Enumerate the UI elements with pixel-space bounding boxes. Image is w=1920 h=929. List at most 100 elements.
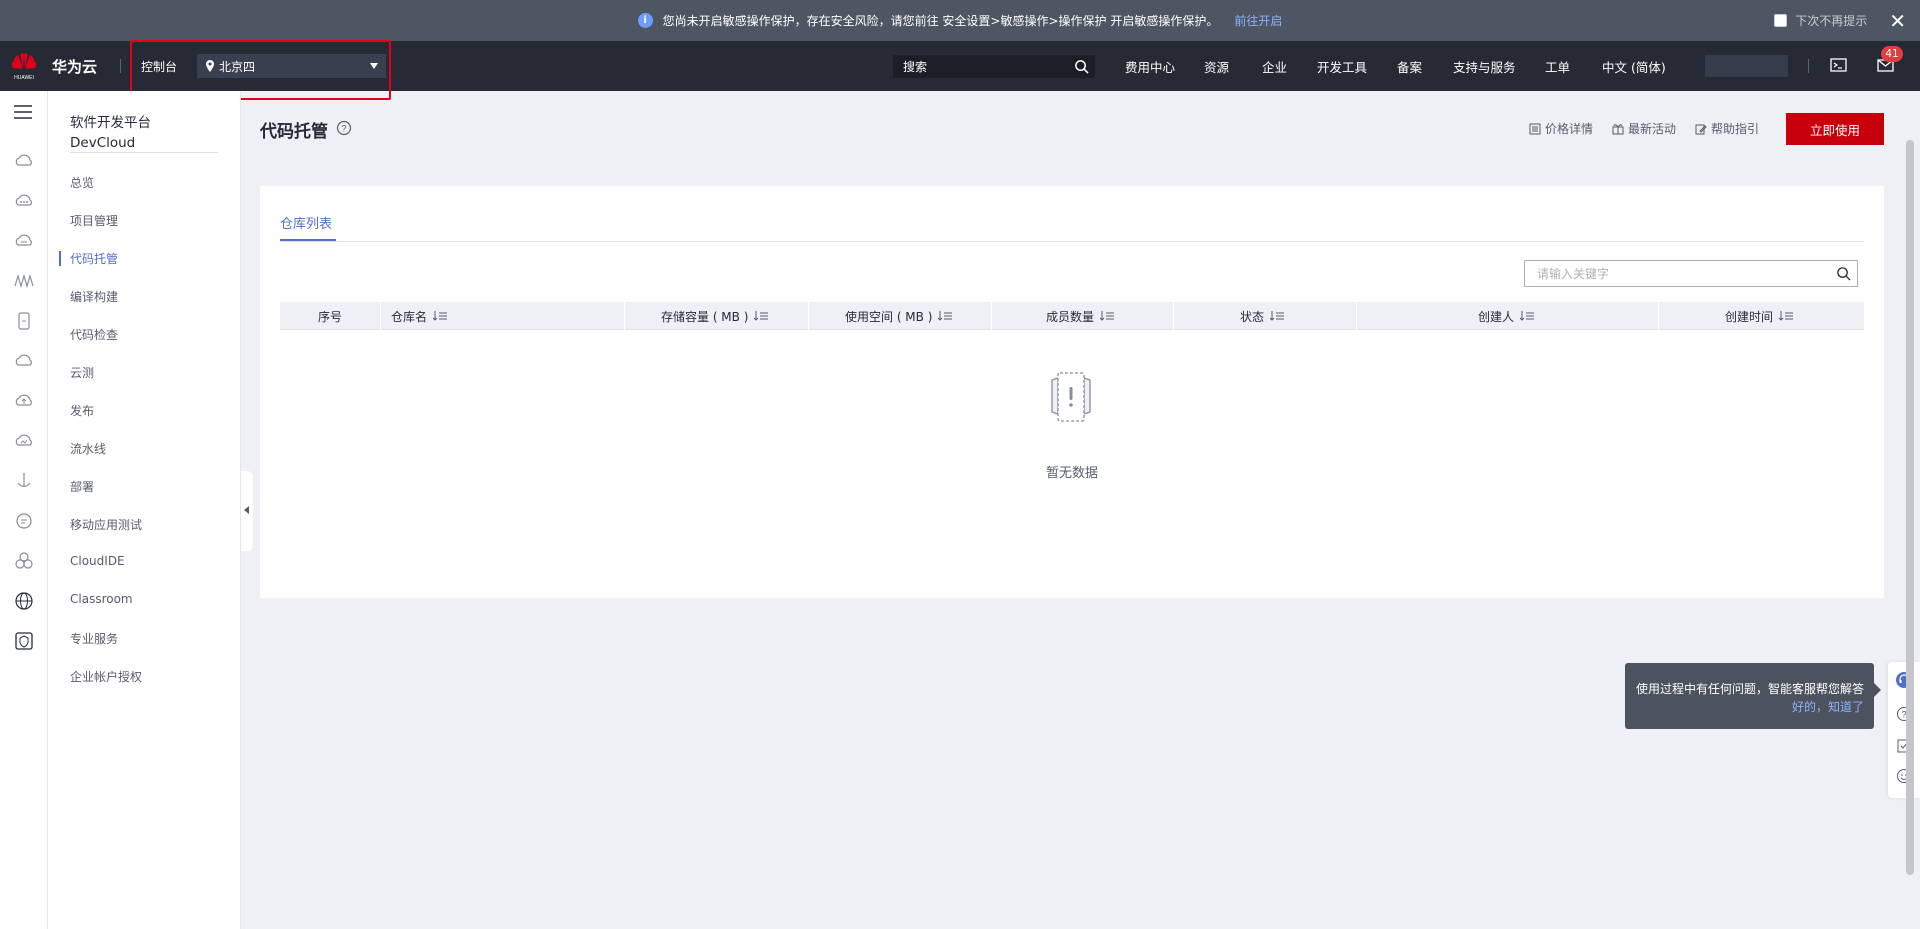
- nav-enterprise[interactable]: 企业: [1262, 41, 1287, 91]
- database-icon[interactable]: [13, 310, 35, 332]
- sidebar-item-classroom[interactable]: Classroom: [70, 592, 133, 606]
- nav-tickets[interactable]: 工单: [1545, 41, 1570, 91]
- cloud-monitor-icon[interactable]: [13, 430, 35, 452]
- sidebar-item-deploy[interactable]: 部署: [70, 478, 94, 495]
- sidebar-item-build[interactable]: 编译构建: [70, 288, 118, 305]
- deploy-icon[interactable]: [13, 470, 35, 492]
- search-icon[interactable]: [1836, 266, 1851, 281]
- sort-icon[interactable]: [1779, 311, 1794, 321]
- page-title: 代码托管: [260, 122, 328, 142]
- sidebar-item-pipeline[interactable]: 流水线: [70, 440, 106, 457]
- column-header-status[interactable]: 状态: [1240, 302, 1285, 330]
- sidebar-item-cloud-test[interactable]: 云测: [70, 364, 94, 381]
- column-divider: [624, 302, 625, 330]
- chat-icon[interactable]: [13, 510, 35, 532]
- column-header-created-time[interactable]: 创建时间: [1725, 302, 1794, 330]
- sidebar-item-code-hosting[interactable]: 代码托管: [70, 250, 118, 267]
- edit-note-icon: [1695, 124, 1707, 134]
- sidebar-item-pro-services[interactable]: 专业服务: [70, 630, 118, 647]
- sidebar-item-enterprise-auth[interactable]: 企业帐户授权: [70, 668, 142, 685]
- sidebar-item-overview[interactable]: 总览: [70, 174, 94, 191]
- sidebar-item-code-check[interactable]: 代码检查: [70, 326, 118, 343]
- sort-icon[interactable]: [433, 311, 448, 321]
- start-using-button[interactable]: 立即使用: [1786, 113, 1884, 145]
- nav-language[interactable]: 中文 (简体): [1602, 41, 1666, 91]
- column-header-members[interactable]: 成员数量: [1046, 302, 1115, 330]
- nav-item-tickets[interactable]: 工单: [1545, 57, 1570, 76]
- cloud-service-icon[interactable]: [13, 150, 35, 172]
- guide-link[interactable]: 帮助指引: [1695, 120, 1759, 137]
- column-divider: [1658, 302, 1659, 330]
- divider: [280, 241, 1864, 242]
- guide-link-label: 帮助指引: [1711, 122, 1760, 136]
- sidebar-title-line1: 软件开发平台: [70, 115, 151, 131]
- help-icon[interactable]: ?: [336, 120, 352, 136]
- divider: [1808, 59, 1809, 73]
- nav-item-support[interactable]: 支持与服务: [1453, 57, 1516, 76]
- header-search-input[interactable]: 搜索: [893, 55, 1095, 78]
- nav-item-resources[interactable]: 资源: [1204, 57, 1229, 76]
- cluster-icon[interactable]: [13, 550, 35, 572]
- security-notice-bar: i 您尚未开启敏感操作保护，存在安全风险，请您前往 安全设置>敏感操作>操作保护…: [0, 0, 1920, 41]
- keyword-search-input[interactable]: 请输入关键字: [1524, 260, 1858, 287]
- sidebar-item-cloudide[interactable]: CloudIDE: [70, 554, 125, 568]
- nav-item-enterprise[interactable]: 企业: [1262, 57, 1287, 76]
- cloud-compute-icon[interactable]: [13, 190, 35, 212]
- sort-icon[interactable]: [1100, 311, 1115, 321]
- globe-icon[interactable]: [13, 590, 35, 612]
- floating-toolbar: ?: [1888, 662, 1920, 798]
- nav-item-fees[interactable]: 费用中心: [1125, 57, 1175, 76]
- cloud-upload-icon[interactable]: [13, 390, 35, 412]
- close-icon[interactable]: ✕: [1889, 11, 1906, 31]
- sidebar-collapse-handle[interactable]: [241, 471, 253, 551]
- header-search-placeholder: 搜索: [903, 60, 928, 74]
- column-label: 成员数量: [1046, 309, 1095, 324]
- column-header-repo-name[interactable]: 仓库名: [391, 302, 448, 330]
- column-label: 创建人: [1478, 309, 1515, 324]
- column-label: 创建时间: [1725, 309, 1774, 324]
- nav-support[interactable]: 支持与服务: [1453, 41, 1516, 91]
- user-account-menu[interactable]: [1705, 55, 1788, 77]
- sidebar-item-projects[interactable]: 项目管理: [70, 212, 118, 229]
- sort-icon[interactable]: [1520, 311, 1535, 321]
- nav-item-language[interactable]: 中文 (简体): [1602, 57, 1666, 76]
- tab-repository-list[interactable]: 仓库列表: [280, 213, 332, 232]
- nav-item-filing[interactable]: 备案: [1397, 57, 1422, 76]
- empty-state-text: 暂无数据: [1045, 466, 1098, 481]
- column-divider: [991, 302, 992, 330]
- nav-fees[interactable]: 费用中心: [1125, 41, 1175, 91]
- cloud-icon[interactable]: [13, 350, 35, 372]
- security-shield-icon[interactable]: [13, 630, 35, 652]
- network-icon[interactable]: [13, 270, 35, 292]
- sidebar-title: 软件开发平台 DevCloud: [70, 113, 151, 153]
- assistant-dismiss-link[interactable]: 好的，知道了: [1792, 698, 1864, 715]
- nav-filing[interactable]: 备案: [1397, 41, 1422, 91]
- pricing-link-label: 价格详情: [1545, 122, 1594, 136]
- svg-text:?: ?: [341, 124, 346, 134]
- sort-icon[interactable]: [1270, 311, 1285, 321]
- pricing-link[interactable]: 价格详情: [1529, 120, 1593, 137]
- nav-item-devtools[interactable]: 开发工具: [1317, 57, 1367, 76]
- dont-show-checkbox[interactable]: [1774, 14, 1788, 27]
- activities-link[interactable]: 最新活动: [1612, 120, 1676, 137]
- brand-name[interactable]: 华为云: [52, 56, 97, 77]
- sort-icon[interactable]: [754, 311, 769, 321]
- divider: [70, 152, 218, 153]
- column-header-storage[interactable]: 存储容量 ( MB ): [661, 302, 769, 330]
- notice-text: 您尚未开启敏感操作保护，存在安全风险，请您前往 安全设置>敏感操作>操作保护 开…: [662, 14, 1219, 28]
- sidebar-item-mobile-test[interactable]: 移动应用测试: [70, 516, 142, 533]
- page-scrollbar[interactable]: [1906, 140, 1914, 875]
- search-icon[interactable]: [1074, 59, 1089, 74]
- terminal-icon[interactable]: [1830, 58, 1847, 72]
- column-header-used-space[interactable]: 使用空间 ( MB ): [845, 302, 953, 330]
- cloud-storage-icon[interactable]: [13, 230, 35, 252]
- nav-resources[interactable]: 资源: [1204, 41, 1229, 91]
- sort-icon[interactable]: [938, 311, 953, 321]
- sidebar-item-release[interactable]: 发布: [70, 402, 94, 419]
- notice-enable-link[interactable]: 前往开启: [1234, 12, 1282, 29]
- column-header-creator[interactable]: 创建人: [1478, 302, 1535, 330]
- column-label: 仓库名: [391, 309, 428, 324]
- activities-link-label: 最新活动: [1628, 122, 1677, 136]
- nav-devtools[interactable]: 开发工具: [1317, 41, 1367, 91]
- menu-icon[interactable]: [14, 105, 32, 119]
